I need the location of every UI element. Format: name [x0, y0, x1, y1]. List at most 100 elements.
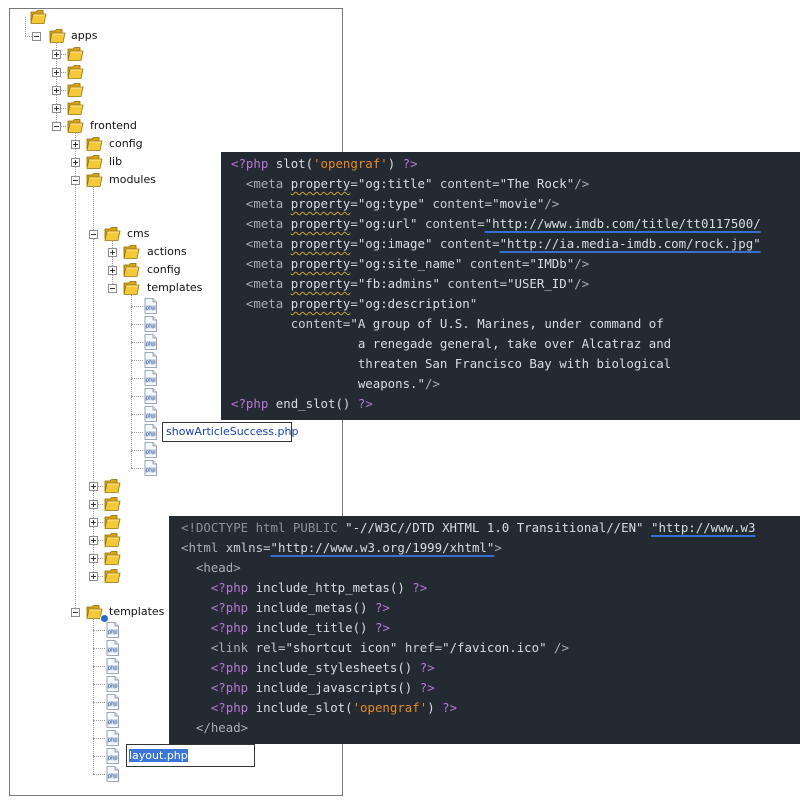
- php-file-icon[interactable]: php: [106, 640, 119, 656]
- php-file-icon[interactable]: php: [144, 316, 157, 332]
- tree-connector-line: [131, 432, 143, 433]
- expander-lib[interactable]: [71, 158, 80, 167]
- code-token: <head>: [195, 560, 241, 575]
- code-token: property: [290, 276, 351, 291]
- code-line[interactable]: <?php include_title() ?>: [181, 620, 390, 636]
- tree-connector-line: [25, 17, 26, 36]
- tree-connector-line: [131, 360, 143, 361]
- code-token: ?>: [374, 600, 390, 615]
- php-file-icon[interactable]: php: [106, 676, 119, 692]
- tree-connector-line: [93, 756, 105, 757]
- code-line[interactable]: weapons."/>: [231, 376, 440, 392]
- php-file-icon[interactable]: php: [144, 370, 157, 386]
- tree-item-modules[interactable]: modules: [109, 173, 156, 187]
- tree-connector-line: [131, 396, 143, 397]
- php-file-icon[interactable]: php: [144, 298, 157, 314]
- php-file-icon[interactable]: php: [106, 730, 119, 746]
- php-file-icon[interactable]: php: [106, 658, 119, 674]
- code-line[interactable]: <link rel="shortcut icon" href="/favicon…: [181, 640, 569, 656]
- code-line[interactable]: </head>: [181, 720, 248, 736]
- code-token: />: [574, 276, 590, 291]
- tree-item-app-templates[interactable]: templates: [109, 605, 164, 619]
- php-file-icon[interactable]: php: [144, 442, 157, 458]
- code-line[interactable]: <meta property="fb:admins" content="USER…: [231, 276, 589, 292]
- code-line[interactable]: <?php include_stylesheets() ?>: [181, 660, 435, 676]
- code-token: ): [427, 700, 443, 715]
- code-line[interactable]: <meta property="og:url" content="http://…: [231, 216, 761, 232]
- tree-connector-line: [131, 324, 143, 325]
- folder-icon: [123, 244, 140, 260]
- tree-item-actions[interactable]: actions: [147, 245, 187, 259]
- php-file-icon[interactable]: php: [144, 424, 157, 440]
- code-line[interactable]: <head>: [181, 560, 241, 576]
- tree-connector-line: [93, 774, 105, 775]
- code-token: "og:type": [357, 196, 425, 211]
- code-line[interactable]: <meta property="og:type" content="movie"…: [231, 196, 559, 212]
- expander-modules[interactable]: [71, 176, 80, 185]
- code-token: "IMDb": [529, 256, 575, 271]
- tree-connector-line: [60, 54, 66, 55]
- tree-connector-line: [131, 294, 132, 468]
- code-line[interactable]: <meta property="og:site_name" content="I…: [231, 256, 589, 272]
- php-file-icon[interactable]: php: [144, 460, 157, 476]
- code-editor-opengraf-slot[interactable]: <?php slot('opengraf') ?> <meta property…: [221, 152, 800, 420]
- code-token: />: [574, 176, 590, 191]
- php-file-icon[interactable]: php: [144, 406, 157, 422]
- code-line[interactable]: <html xmlns="http://www.w3.org/1999/xhtm…: [181, 540, 502, 556]
- code-line[interactable]: content="A group of U.S. Marines, under …: [231, 316, 664, 332]
- code-line[interactable]: <meta property="og:description": [231, 296, 477, 312]
- rename-input-layout[interactable]: layout.php: [126, 744, 255, 767]
- code-token: <?php: [210, 580, 249, 595]
- svg-text:php: php: [108, 738, 118, 744]
- code-line[interactable]: threaten San Francisco Bay with biologic…: [231, 356, 671, 372]
- expander-cms[interactable]: [89, 230, 98, 239]
- code-line[interactable]: <!DOCTYPE html PUBLIC "-//W3C//DTD XHTML…: [181, 520, 755, 536]
- code-line[interactable]: <?php slot('opengraf') ?>: [231, 156, 418, 172]
- tree-connector-line: [93, 702, 105, 703]
- tree-item-config[interactable]: config: [109, 137, 143, 151]
- code-line[interactable]: <?php include_http_metas() ?>: [181, 580, 427, 596]
- tree-connector-line: [97, 504, 103, 505]
- tree-item-cms[interactable]: cms: [127, 227, 150, 241]
- code-line[interactable]: <?php include_javascripts() ?>: [181, 680, 435, 696]
- tree-item-cms-config[interactable]: config: [147, 263, 181, 277]
- rename-input-showarticlesuccess[interactable]: showArticleSuccess.php: [162, 422, 298, 442]
- expander-templates[interactable]: [108, 284, 117, 293]
- tree-connector-line: [75, 132, 76, 612]
- php-file-icon[interactable]: php: [106, 766, 119, 782]
- php-file-icon[interactable]: php: [106, 694, 119, 710]
- php-file-icon[interactable]: php: [106, 622, 119, 638]
- php-file-icon[interactable]: php: [106, 712, 119, 728]
- code-line[interactable]: <meta property="og:title" content="The R…: [231, 176, 589, 192]
- expander-actions[interactable]: [108, 248, 117, 257]
- php-file-icon[interactable]: php: [144, 334, 157, 350]
- code-token: <meta: [245, 276, 291, 291]
- php-file-icon[interactable]: php: [144, 352, 157, 368]
- tree-connector-line: [93, 720, 105, 721]
- tree-item-frontend[interactable]: frontend: [90, 119, 137, 133]
- expander-config[interactable]: [71, 140, 80, 149]
- root-folder-icon: [30, 9, 47, 25]
- code-line[interactable]: <?php include_metas() ?>: [181, 600, 390, 616]
- code-token: "http://www.w3.org/1999/xhtml": [270, 540, 495, 555]
- code-line[interactable]: <meta property="og:image" content="http:…: [231, 236, 761, 252]
- expander-app-templates[interactable]: [71, 608, 80, 617]
- php-file-icon[interactable]: php: [106, 748, 119, 764]
- expander-apps[interactable]: [32, 32, 41, 41]
- tree-item-apps[interactable]: apps: [71, 29, 97, 43]
- code-line[interactable]: <?php include_slot('opengraf') ?>: [181, 700, 457, 716]
- code-editor-layout[interactable]: <!DOCTYPE html PUBLIC "-//W3C//DTD XHTML…: [169, 516, 800, 744]
- code-token: "shortcut icon": [285, 640, 398, 655]
- tree-item-lib[interactable]: lib: [109, 155, 122, 169]
- code-token: property: [290, 256, 351, 271]
- php-file-icon[interactable]: php: [144, 388, 157, 404]
- code-token: "og:title": [357, 176, 433, 191]
- code-line[interactable]: a renegade general, take over Alcatraz a…: [231, 336, 671, 352]
- tree-item-templates[interactable]: templates: [147, 281, 202, 295]
- code-line[interactable]: <?php end_slot() ?>: [231, 396, 373, 412]
- expander-cms-config[interactable]: [108, 266, 117, 275]
